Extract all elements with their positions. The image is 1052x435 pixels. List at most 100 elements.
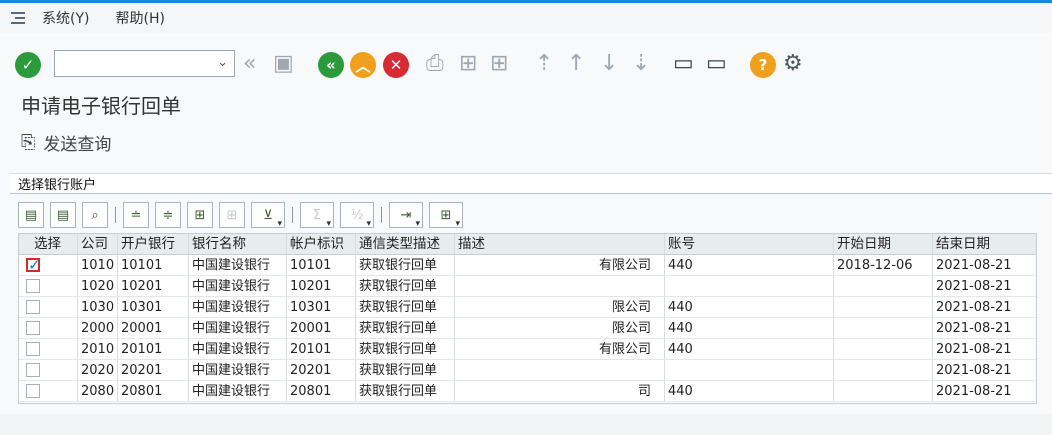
cell-account-id: 20801: [287, 381, 356, 401]
grid-toolbar: ▤ ▤ ⌕ ≐ ≑ ⊞ ⊞ ⊻ Σ ½ ⇥ ⊞: [18, 200, 469, 230]
select-checkbox[interactable]: [26, 279, 40, 293]
sort-descending-icon[interactable]: ≑: [155, 202, 181, 228]
details-icon[interactable]: ▤: [18, 202, 44, 228]
cell-end-date: 2021-08-21: [936, 300, 1012, 315]
cell-company: 1020: [78, 276, 118, 296]
standard-toolbar: ✓ ⌄ « ▣ « ︿ ✕ ⎙ ⊞ ⊞ ⇡ ↑ ↓ ⇣ ▭ ▭ ? ⚙: [0, 44, 1052, 86]
cell-account-id: 10101: [287, 255, 356, 275]
send-query-button[interactable]: 发送查询: [43, 130, 111, 155]
help-icon[interactable]: ?: [750, 52, 776, 78]
col-bank-name[interactable]: 银行名称: [189, 234, 287, 254]
cell-bank: 20801: [118, 381, 189, 401]
cell-desc: 限公司: [455, 318, 665, 338]
print-icon[interactable]: ⎙: [426, 51, 444, 77]
save-icon[interactable]: ▣: [273, 51, 294, 77]
table-row[interactable]: 2080 20801 中国建设银行 20801 获取银行回单司 440 2021-08-21: [19, 381, 1036, 402]
table-row[interactable]: 1020 10201 中国建设银行 10201 获取银行回单 2021-08-21: [19, 276, 1036, 297]
command-field[interactable]: ⌄: [54, 50, 235, 77]
col-bank[interactable]: 开户银行: [118, 234, 189, 254]
cell-end-date: 2021-08-21: [936, 384, 1012, 399]
chevron-down-icon[interactable]: ⌄: [217, 55, 228, 70]
select-cell: [19, 360, 78, 380]
exit-icon[interactable]: ︿: [350, 52, 376, 78]
cell-comm-type: 获取银行回单: [356, 297, 455, 317]
cell-account-no: 440: [665, 297, 834, 317]
cell-start-date: [834, 318, 933, 338]
find-next-icon[interactable]: ⊞: [219, 202, 245, 228]
execute-icon[interactable]: ⎘: [21, 132, 35, 153]
table-row[interactable]: 2000 20001 中国建设银行 20001 获取银行回单 限公司 440 2021-08-…: [19, 318, 1036, 339]
status-bar: [0, 414, 1052, 435]
shortcut-icon[interactable]: ▭: [706, 51, 727, 77]
bank-account-table: 选择 公司 开户银行 银行名称 帐户标识 通信类型描述 描述 账号 开始日期 结…: [18, 233, 1037, 404]
menu-toggle-icon[interactable]: [8, 7, 30, 29]
first-page-icon[interactable]: ⇡: [535, 51, 553, 77]
col-account-no[interactable]: 账号: [665, 234, 834, 254]
prev-page-icon[interactable]: ↑: [567, 51, 585, 77]
cell-bank-name: 中国建设银行: [189, 255, 287, 275]
col-company[interactable]: 公司: [78, 234, 118, 254]
select-cell: [19, 276, 78, 296]
col-start-date[interactable]: 开始日期: [834, 234, 933, 254]
table-row[interactable]: 1030 10301 中国建设银行 10301 获取银行回单 限公司 440 2021-08-…: [19, 297, 1036, 318]
search-icon[interactable]: ⌕: [82, 202, 108, 228]
cell-account-id: 20001: [287, 318, 356, 338]
settings-icon[interactable]: ⚙: [783, 51, 803, 77]
filter-icon[interactable]: ⊻: [251, 202, 285, 229]
cancel-icon[interactable]: ✕: [383, 52, 409, 78]
enter-icon[interactable]: ✓: [15, 52, 41, 78]
cell-bank: 10201: [118, 276, 189, 296]
create-session-icon[interactable]: ▭: [673, 51, 694, 77]
cell-bank: 20101: [118, 339, 189, 359]
cell-start-date: 2018-12-06: [834, 255, 933, 275]
last-page-icon[interactable]: ⇣: [632, 51, 650, 77]
cell-account-id: 10301: [287, 297, 356, 317]
menu-help[interactable]: 帮助(H): [115, 8, 164, 28]
section-header: 选择银行账户: [10, 173, 1052, 194]
layout-icon[interactable]: ⊞: [429, 202, 463, 229]
cell-start-date: [834, 381, 933, 401]
cell-end-date: 2021-08-21: [936, 321, 1012, 336]
cell-start-date: [834, 339, 933, 359]
cell-comm-type: 获取银行回单: [356, 381, 455, 401]
collapse-icon[interactable]: «: [243, 51, 256, 77]
back-icon[interactable]: «: [318, 52, 344, 78]
cell-bank: 20001: [118, 318, 189, 338]
menu-system[interactable]: 系统(Y): [42, 8, 89, 28]
col-account-id[interactable]: 帐户标识: [287, 234, 356, 254]
select-checkbox[interactable]: [26, 256, 41, 274]
table-row[interactable]: 2020 20201 中国建设银行 20201 获取银行回单 2021-08-21: [19, 360, 1036, 381]
cell-company: 1010: [78, 255, 118, 275]
export-icon[interactable]: ⇥: [389, 202, 423, 229]
cell-end-date: 2021-08-21: [936, 258, 1012, 273]
select-cell: [19, 381, 78, 401]
cell-account-no: [665, 276, 834, 296]
find-icon[interactable]: ⊞: [187, 202, 213, 228]
cell-end-date: 2021-08-21: [936, 363, 1012, 378]
select-checkbox[interactable]: [26, 384, 40, 398]
cell-company: 2080: [78, 381, 118, 401]
sum-icon[interactable]: Σ: [300, 202, 334, 229]
select-checkbox[interactable]: [26, 300, 40, 314]
col-select[interactable]: 选择: [19, 234, 78, 254]
table-row[interactable]: 2010 20101 中国建设银行 20101 获取银行回单 有限公司 440 2021-08…: [19, 339, 1036, 360]
cell-comm-type: 获取银行回单: [356, 360, 455, 380]
cell-account-id: 20201: [287, 360, 356, 380]
select-all-icon[interactable]: ▤: [50, 202, 76, 228]
cell-bank: 10101: [118, 255, 189, 275]
col-desc[interactable]: 描述: [455, 234, 665, 254]
select-checkbox[interactable]: [26, 363, 40, 377]
sort-ascending-icon[interactable]: ≐: [123, 202, 149, 228]
cell-end-date: 2021-08-21: [936, 279, 1012, 294]
subtotal-icon[interactable]: ½: [340, 202, 374, 229]
find-next-icon[interactable]: ⊞: [490, 51, 508, 77]
select-checkbox[interactable]: [26, 321, 40, 335]
cell-account-no: 440: [665, 381, 834, 401]
next-page-icon[interactable]: ↓: [600, 51, 618, 77]
find-icon[interactable]: ⊞: [459, 51, 477, 77]
table-row[interactable]: 101010101中国建设银行10101获取银行回单有限公司4402018-12…: [19, 255, 1036, 276]
cell-desc: [455, 276, 665, 296]
col-comm-type[interactable]: 通信类型描述: [356, 234, 455, 254]
col-end-date[interactable]: 结束日期: [933, 234, 1033, 254]
select-checkbox[interactable]: [26, 342, 40, 356]
